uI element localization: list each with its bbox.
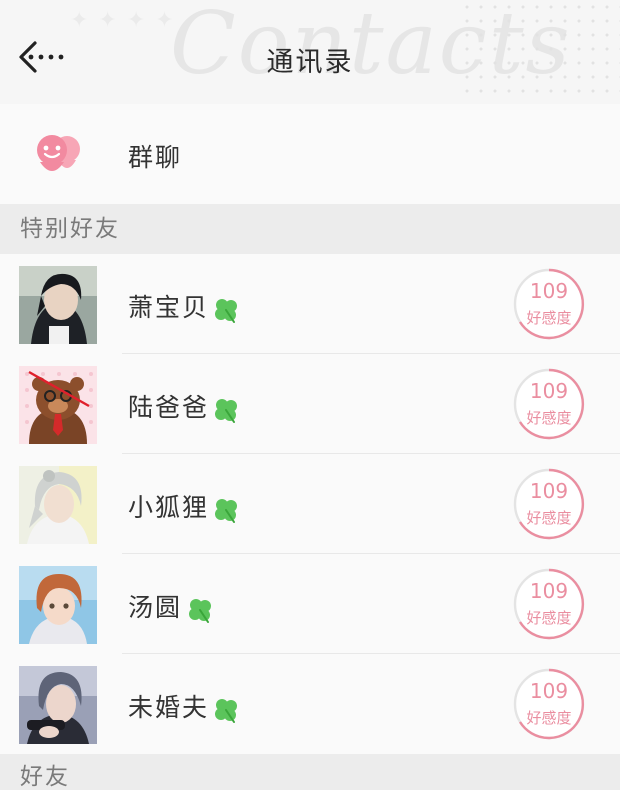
avatar xyxy=(19,466,97,544)
affinity-label: 好感度 xyxy=(526,709,572,727)
friend-name: 小狐狸 xyxy=(128,493,210,522)
group-chat-label: 群聊 xyxy=(128,143,183,172)
affinity-label: 好感度 xyxy=(526,409,572,427)
affinity-value: 109 xyxy=(529,479,569,503)
friend-row-tang-yuan[interactable]: 汤圆 109 好感度 xyxy=(0,554,620,654)
affinity-badge: 109 好感度 xyxy=(512,667,586,741)
affinity-value: 109 xyxy=(529,579,569,603)
affinity-label: 好感度 xyxy=(526,609,572,627)
avatar xyxy=(19,266,97,344)
affinity-badge: 109 好感度 xyxy=(512,267,586,341)
clover-icon xyxy=(215,399,237,423)
friend-name: 汤圆 xyxy=(128,593,183,622)
friend-row-wei-hun-fu[interactable]: 未婚夫 109 好感度 xyxy=(0,654,620,754)
group-chat-row[interactable]: 群聊 xyxy=(0,104,620,204)
friend-row-xiao-baobei[interactable]: 萧宝贝 109 好感度 xyxy=(0,254,620,354)
avatar xyxy=(19,666,97,744)
affinity-label: 好感度 xyxy=(526,509,572,527)
friend-row-lu-baba[interactable]: 陆爸爸 109 好感度 xyxy=(0,354,620,454)
page-title: 通讯录 xyxy=(266,47,354,78)
affinity-value: 109 xyxy=(529,379,569,403)
affinity-badge: 109 好感度 xyxy=(512,467,586,541)
group-chat-icon xyxy=(37,135,80,171)
clover-icon xyxy=(215,499,237,523)
avatar xyxy=(19,566,97,644)
header-bar: ✦✦✦✦ Contacts 通讯录 xyxy=(0,0,620,104)
affinity-value: 109 xyxy=(529,679,569,703)
affinity-badge: 109 好感度 xyxy=(512,567,586,641)
avatar xyxy=(19,366,97,444)
affinity-badge: 109 好感度 xyxy=(512,367,586,441)
clover-icon xyxy=(215,699,237,723)
section-header-friends: 好友 xyxy=(0,754,620,790)
sparkle-decoration: ✦✦✦✦ xyxy=(70,8,184,33)
clover-icon xyxy=(215,299,237,323)
affinity-value: 109 xyxy=(529,279,569,303)
friend-row-xiao-huli[interactable]: 小狐狸 109 好感度 xyxy=(0,454,620,554)
section-header-special-friends: 特别好友 xyxy=(0,204,620,254)
friend-name: 萧宝贝 xyxy=(128,293,210,322)
friend-name: 未婚夫 xyxy=(128,693,210,722)
friend-name: 陆爸爸 xyxy=(128,393,210,422)
clover-icon xyxy=(189,599,211,623)
affinity-label: 好感度 xyxy=(526,309,572,327)
